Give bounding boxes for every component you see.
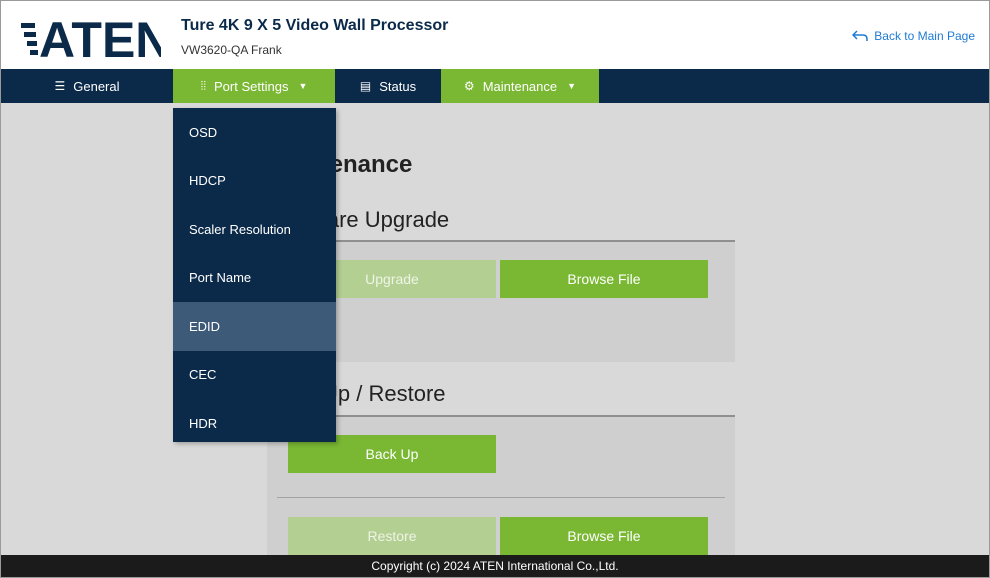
dropdown-item-edid[interactable]: EDID xyxy=(173,302,336,351)
dropdown-item-hdcp[interactable]: HDCP xyxy=(173,157,336,206)
main-nav: ☰ General ⦙⦙ Port Settings ▼ ▤ Status ⚙ … xyxy=(1,69,989,103)
backup-restore-panel: Back Up Restore Browse File xyxy=(267,415,735,555)
dropdown-item-port-name[interactable]: Port Name xyxy=(173,254,336,303)
dropdown-item-hdr[interactable]: HDR xyxy=(173,399,336,448)
nav-port-settings-label: Port Settings xyxy=(214,78,289,94)
list-icon: ☰ xyxy=(54,79,66,93)
footer: Copyright (c) 2024 ATEN International Co… xyxy=(1,555,989,577)
dropdown-item-osd[interactable]: OSD xyxy=(173,108,336,157)
nav-status-label: Status xyxy=(379,78,417,94)
gear-icon: ⚙ xyxy=(463,79,475,93)
copyright-text: Copyright (c) 2024 ATEN International Co… xyxy=(371,559,619,573)
nav-general[interactable]: ☰ General xyxy=(1,69,173,103)
page-title: Ture 4K 9 X 5 Video Wall Processor xyxy=(181,17,449,34)
restore-browse-file-button[interactable]: Browse File xyxy=(500,517,708,555)
back-arrow-icon xyxy=(852,30,869,41)
back-to-main-link[interactable]: Back to Main Page xyxy=(852,29,975,43)
chevron-down-icon: ▼ xyxy=(567,81,577,91)
dropdown-item-cec[interactable]: CEC xyxy=(173,351,336,400)
main-content: Maintenance Firmware Upgrade Upgrade Bro… xyxy=(1,103,989,555)
nav-general-label: General xyxy=(73,78,120,94)
nav-maintenance-label: Maintenance xyxy=(482,78,558,94)
logo-text: ATEN xyxy=(39,13,161,61)
divider xyxy=(277,497,725,498)
back-link-label: Back to Main Page xyxy=(874,29,975,43)
chevron-down-icon: ▼ xyxy=(298,81,308,91)
status-icon: ▤ xyxy=(359,79,372,93)
dropdown-item-scaler-resolution[interactable]: Scaler Resolution xyxy=(173,205,336,254)
port-settings-dropdown: OSD HDCP Scaler Resolution Port Name EDI… xyxy=(173,108,336,442)
aten-logo: ATEN xyxy=(21,13,161,61)
nav-status[interactable]: ▤ Status xyxy=(335,69,441,103)
firmware-upgrade-panel: Upgrade Browse File xyxy=(267,240,735,362)
app-header: ATEN Ture 4K 9 X 5 Video Wall Processor … xyxy=(1,1,989,69)
restore-button[interactable]: Restore xyxy=(288,517,496,555)
device-subtitle: VW3620-QA Frank xyxy=(181,43,282,57)
nav-maintenance[interactable]: ⚙ Maintenance ▼ xyxy=(441,69,599,103)
firmware-browse-file-button[interactable]: Browse File xyxy=(500,260,708,298)
port-icon: ⦙⦙ xyxy=(200,78,207,93)
nav-port-settings[interactable]: ⦙⦙ Port Settings ▼ xyxy=(173,69,335,103)
